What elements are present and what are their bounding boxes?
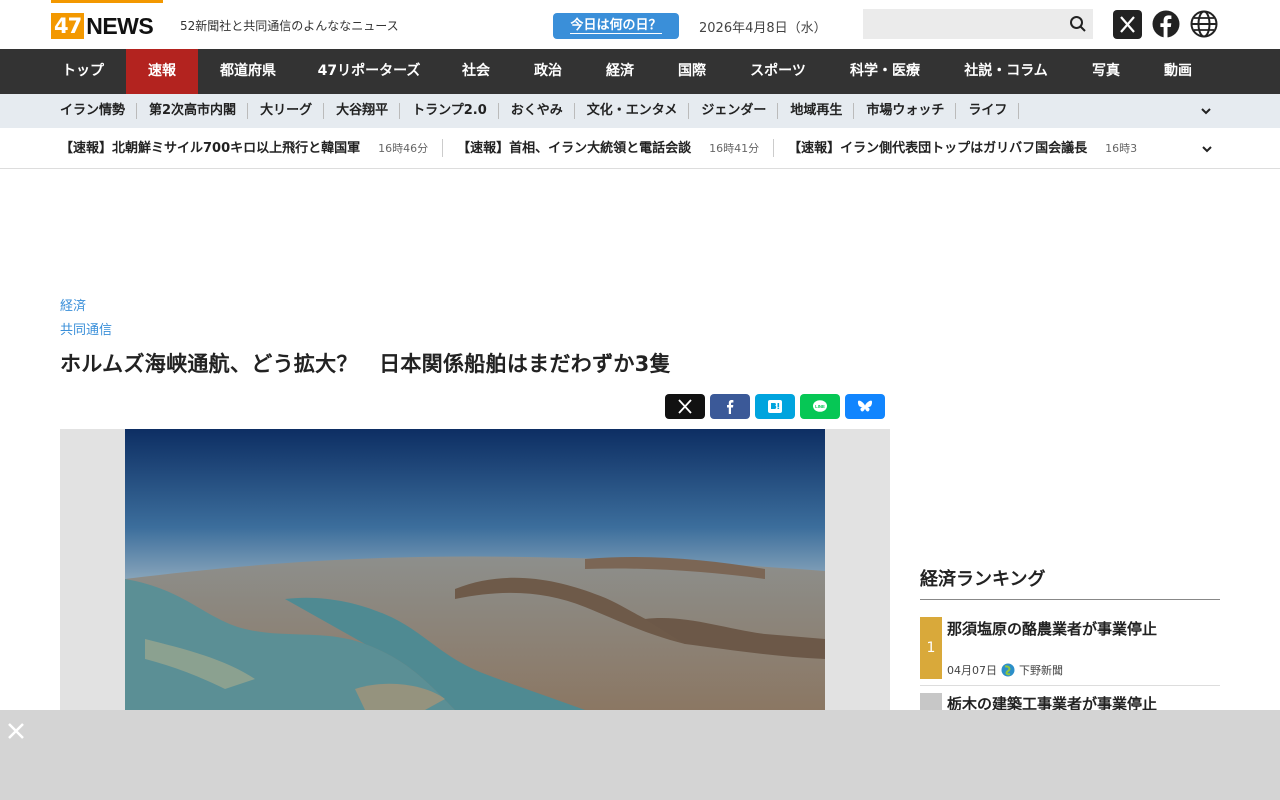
ticker-item[interactable]: 【速報】首相、イラン大統領と電話会談 16時41分 (457, 128, 773, 168)
chevron-down-icon[interactable] (1200, 142, 1214, 156)
close-icon[interactable] (7, 722, 25, 740)
site-tagline: 52新聞社と共同通信のよんななニュース (180, 19, 399, 33)
today-in-history-label: 今日は何の日？ (570, 18, 662, 34)
topic-item[interactable]: 第2次高市内閣 (137, 94, 249, 128)
topic-item[interactable]: おくやみ (499, 94, 575, 128)
x-social-icon[interactable] (1113, 10, 1142, 39)
nav-item-47reporters[interactable]: 47リポーターズ (298, 49, 440, 94)
ranking-item-meta: 04月07日 下野新聞 (947, 662, 1063, 678)
ranking-item-date: 04月07日 (947, 664, 997, 677)
topic-item[interactable]: トランプ2.0 (400, 94, 499, 128)
search-input[interactable] (863, 9, 1093, 39)
article-photo-aerial-strait[interactable] (125, 429, 825, 710)
rank-number: 1 (920, 617, 942, 679)
ticker-item[interactable]: 【速報】北朝鮮ミサイル700キロ以上飛行と韓国軍 16時46分 (60, 128, 442, 168)
share-hatena-button[interactable] (755, 394, 795, 419)
ticker-headline: 【速報】首相、イラン大統領と電話会談 (457, 141, 692, 156)
topic-item[interactable]: 市場ウォッチ (854, 94, 957, 128)
ticker-headline: 【速報】イラン側代表団トップはガリバフ国会議長 (788, 141, 1088, 156)
share-x-button[interactable] (665, 394, 705, 419)
hatena-bookmark-icon (768, 400, 782, 413)
nav-item-photos[interactable]: 写真 (1070, 49, 1142, 94)
article-category[interactable]: 経済 (60, 295, 86, 314)
nav-item-sports[interactable]: スポーツ (728, 49, 828, 94)
share-facebook-button[interactable] (710, 394, 750, 419)
x-logo-icon (678, 399, 692, 414)
nav-item-society[interactable]: 社会 (440, 49, 512, 94)
nav-item-breaking[interactable]: 速報 (126, 49, 198, 94)
ticker-divider (442, 138, 444, 157)
search-icon[interactable] (1069, 15, 1087, 33)
ticker-time: 16時3 (1105, 142, 1138, 155)
ticker-time: 16時46分 (378, 142, 429, 155)
article-headline: ホルムズ海峡通航、どう拡大？ 日本関係船舶はまだわずか3隻 (60, 352, 671, 376)
article-photo-frame (60, 429, 890, 710)
site-header: 47 NEWS 52新聞社と共同通信のよんななニュース 今日は何の日？ 2026… (0, 0, 1280, 49)
nav-item-editorial-column[interactable]: 社説・コラム (942, 49, 1070, 94)
topic-navigation: イラン情勢 第2次高市内閣 大リーグ 大谷翔平 トランプ2.0 おくやみ 文化・… (0, 94, 1280, 128)
newspaper-logo-icon (1001, 663, 1015, 677)
bottom-overlay-ad (0, 710, 1280, 800)
main-navigation: トップ 速報 都道府県 47リポーターズ 社会 政治 経済 国際 スポーツ 科学… (0, 49, 1280, 94)
nav-item-politics[interactable]: 政治 (512, 49, 584, 94)
ranking-item[interactable]: 1 那須塩原の酪農業者が事業停止 04月07日 下野新聞 (920, 617, 1220, 679)
topic-item[interactable]: ジェンダー (689, 94, 779, 128)
chevron-down-icon[interactable] (1199, 104, 1213, 118)
ticker-divider (773, 138, 775, 157)
butterfly-icon (857, 400, 873, 412)
ranking-separator (920, 685, 1220, 686)
share-bluesky-button[interactable] (845, 394, 885, 419)
line-logo-icon: LINE (813, 400, 827, 412)
breaking-news-ticker: 【速報】北朝鮮ミサイル700キロ以上飛行と韓国軍 16時46分 【速報】首相、イラン… (0, 128, 1280, 169)
facebook-f-icon (727, 400, 734, 414)
topic-item[interactable]: 文化・エンタメ (575, 94, 690, 128)
ranking-item-title: 那須塩原の酪農業者が事業停止 (947, 620, 1158, 638)
topic-item[interactable]: 地域再生 (778, 94, 855, 128)
nav-item-prefectures[interactable]: 都道府県 (198, 49, 298, 94)
nav-item-international[interactable]: 国際 (656, 49, 728, 94)
topic-item[interactable]: 大リーグ (248, 94, 325, 128)
logo-number: 47 (51, 13, 85, 39)
svg-text:LINE: LINE (815, 404, 825, 409)
nav-item-economy[interactable]: 経済 (584, 49, 656, 94)
logo-word: NEWS (86, 12, 154, 39)
nav-item-science-medicine[interactable]: 科学・医療 (828, 49, 942, 94)
ticker-time: 16時41分 (709, 142, 760, 155)
ticker-headline: 【速報】北朝鮮ミサイル700キロ以上飛行と韓国軍 (60, 141, 361, 156)
nav-item-videos[interactable]: 動画 (1142, 49, 1214, 94)
topic-item[interactable]: イラン情勢 (48, 94, 138, 128)
topic-item[interactable]: 大谷翔平 (324, 94, 401, 128)
topic-item[interactable]: ライフ (956, 94, 1020, 128)
globe-icon[interactable] (1190, 10, 1218, 38)
ranking-divider (920, 599, 1220, 600)
today-in-history-button[interactable]: 今日は何の日？ (553, 13, 679, 39)
share-line-button[interactable]: LINE (800, 394, 840, 419)
site-logo[interactable]: 47 NEWS (51, 0, 154, 40)
article-source[interactable]: 共同通信 (60, 319, 112, 338)
ranking-item-paper: 下野新聞 (1019, 664, 1063, 677)
current-date: 2026年4月8日（水） (699, 21, 827, 36)
nav-item-top[interactable]: トップ (40, 49, 126, 94)
ranking-title: 経済ランキング (920, 569, 1046, 590)
ticker-item[interactable]: 【速報】イラン側代表団トップはガリバフ国会議長 16時3 (788, 128, 1151, 168)
facebook-icon[interactable] (1152, 10, 1180, 38)
